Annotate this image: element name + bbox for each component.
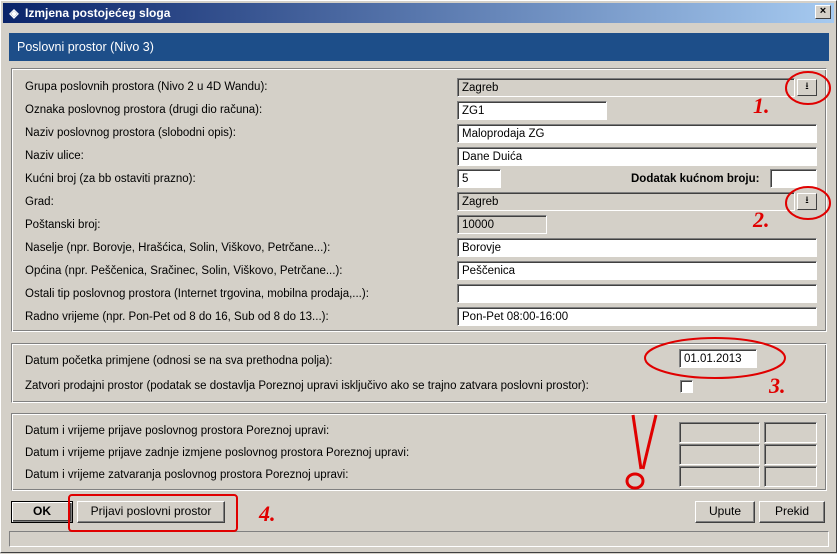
annotation-overlay bbox=[68, 71, 831, 532]
annotation-circle-3 bbox=[644, 337, 786, 379]
annotation-label-2: 2. bbox=[753, 207, 770, 232]
annotation-circle-2 bbox=[785, 186, 831, 220]
annotation-label-1: 1. bbox=[753, 93, 770, 118]
annotation-label-4: 4. bbox=[259, 501, 276, 526]
annotation-circle-1 bbox=[785, 71, 831, 105]
annotation-exclaim-stroke bbox=[631, 414, 658, 470]
dialog-window: ◈ Izmjena postojećeg sloga × Poslovni pr… bbox=[0, 0, 837, 553]
annotation-exclaim-dot bbox=[625, 472, 645, 490]
annotation-box-4 bbox=[68, 494, 238, 532]
annotation-label-3: 3. bbox=[769, 373, 786, 398]
